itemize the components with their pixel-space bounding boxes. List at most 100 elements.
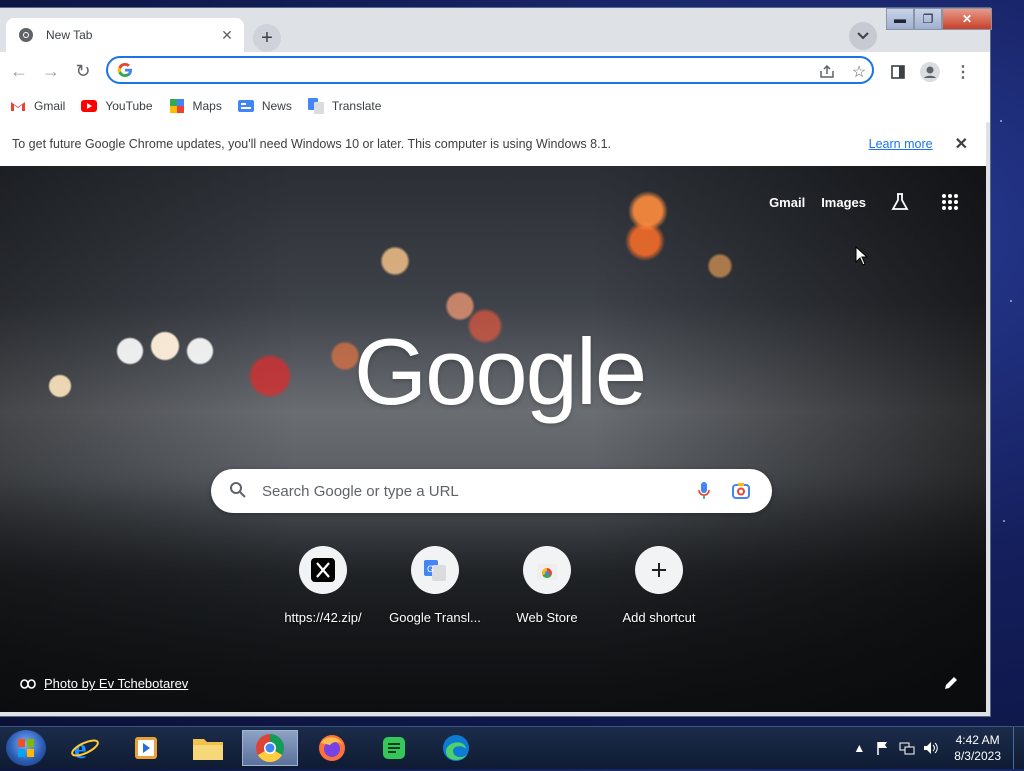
- shortcut-add[interactable]: Add shortcut: [607, 546, 711, 625]
- customize-pencil-icon[interactable]: [944, 676, 962, 694]
- desktop-star: [1000, 120, 1002, 122]
- desktop-star: [1003, 520, 1005, 522]
- bookmark-translate[interactable]: Translate: [307, 98, 382, 114]
- firefox-icon: [319, 735, 345, 761]
- bookmark-label: Maps: [192, 99, 222, 113]
- maps-icon: [169, 99, 185, 113]
- tab-close-icon[interactable]: ✕: [218, 26, 236, 44]
- shortcut-label: https://42.zip/: [284, 610, 362, 625]
- clock-time: 4:42 AM: [955, 733, 1000, 747]
- search-icon: [230, 482, 246, 498]
- bookmark-label: YouTube: [105, 99, 153, 113]
- plus-icon: [635, 546, 683, 594]
- show-hidden-icons-icon[interactable]: ▲: [850, 739, 868, 757]
- omnibox[interactable]: ☆: [106, 56, 874, 84]
- reload-button[interactable]: ↻: [73, 61, 93, 81]
- shortcut-google-translate[interactable]: G Google Transl...: [383, 546, 487, 625]
- new-tab-button[interactable]: +: [253, 24, 281, 52]
- bookmark-news[interactable]: News: [237, 99, 292, 113]
- news-icon: [237, 99, 254, 113]
- menu-kebab-icon[interactable]: ⋮: [952, 61, 974, 83]
- mouse-cursor-icon: [855, 246, 869, 266]
- shortcut-label: Add shortcut: [622, 610, 696, 625]
- windows-logo-icon: [18, 739, 34, 757]
- tab-search-button[interactable]: [849, 22, 877, 50]
- share-icon[interactable]: [818, 63, 836, 81]
- bookmark-maps[interactable]: Maps: [169, 99, 222, 113]
- apps-grid-icon[interactable]: [934, 186, 966, 218]
- shortcut-label: Google Transl...: [389, 610, 481, 625]
- update-infobar: To get future Google Chrome updates, you…: [0, 122, 986, 167]
- x-icon: [299, 546, 347, 594]
- desktop-star: [1010, 300, 1012, 302]
- tab-title: New Tab: [46, 28, 93, 42]
- action-center-flag-icon[interactable]: [874, 739, 892, 757]
- minimize-button[interactable]: ▬: [886, 8, 914, 30]
- ntp-top-links: Gmail Images: [753, 186, 966, 218]
- clock[interactable]: 4:42 AM 8/3/2023: [954, 732, 1001, 764]
- google-g-icon: [117, 63, 132, 77]
- bookmark-label: Translate: [331, 99, 382, 113]
- toolbar: ← → ↻ ☆ ⋮: [0, 52, 990, 90]
- chrome-window: New Tab ✕ + ▬ ❐ ✕ ← → ↻ ☆ ⋮ Gmail YouTub…: [0, 8, 992, 716]
- photo-credit-link[interactable]: Photo by Ev Tchebotarev: [20, 676, 188, 691]
- gmail-link[interactable]: Gmail: [769, 195, 805, 210]
- bookmark-youtube[interactable]: YouTube: [81, 99, 153, 113]
- network-icon[interactable]: [898, 739, 916, 757]
- bookmark-label: News: [261, 99, 292, 113]
- microphone-icon[interactable]: [697, 481, 711, 501]
- internet-explorer-icon: e: [71, 734, 99, 763]
- window-controls: ▬ ❐ ✕: [886, 8, 992, 30]
- omnibox-input[interactable]: [142, 60, 806, 82]
- google-translate-icon: G: [411, 546, 459, 594]
- chrome-favicon-icon: [19, 28, 33, 42]
- taskbar-google-sheets[interactable]: [366, 730, 422, 766]
- ntp-search-box[interactable]: Search Google or type a URL: [211, 469, 772, 513]
- taskbar: e ▲ 4:42 AM 8/3/2023: [0, 726, 1024, 769]
- taskbar-firefox[interactable]: [304, 730, 360, 766]
- taskbar-media-player[interactable]: [118, 730, 174, 766]
- new-tab-page: Gmail Images Google Search Google or typ…: [0, 166, 986, 712]
- sheets-icon: [383, 737, 405, 759]
- youtube-icon: [81, 99, 98, 113]
- gmail-icon: [10, 99, 26, 113]
- labs-flask-icon[interactable]: [884, 186, 916, 218]
- shortcut-label: Web Store: [516, 610, 578, 625]
- photo-credit-text: Photo by Ev Tchebotarev: [44, 676, 189, 691]
- edge-icon: [443, 735, 469, 761]
- bookmarks-bar: Gmail YouTube Maps News Translate: [0, 90, 990, 123]
- taskbar-file-explorer[interactable]: [180, 730, 236, 766]
- side-panel-icon[interactable]: [887, 61, 909, 83]
- tab-new-tab[interactable]: New Tab ✕: [6, 18, 244, 52]
- forward-button[interactable]: →: [41, 61, 61, 81]
- folder-icon: [193, 739, 223, 760]
- show-desktop-button[interactable]: [1013, 727, 1024, 769]
- maximize-button[interactable]: ❐: [914, 8, 942, 30]
- close-window-button[interactable]: ✕: [942, 8, 992, 30]
- tab-strip: New Tab ✕ + ▬ ❐ ✕: [0, 8, 992, 52]
- taskbar-google-chrome[interactable]: [242, 730, 298, 766]
- chevron-down-icon: [857, 32, 869, 40]
- infobar-close-icon[interactable]: ✕: [955, 134, 968, 154]
- start-button[interactable]: [6, 730, 46, 766]
- images-link[interactable]: Images: [821, 195, 866, 210]
- bookmark-star-icon[interactable]: ☆: [850, 63, 868, 81]
- taskbar-internet-explorer[interactable]: e: [57, 730, 113, 766]
- back-button[interactable]: ←: [9, 61, 29, 81]
- svg-text:G: G: [427, 564, 434, 574]
- google-lens-icon[interactable]: [731, 481, 751, 501]
- taskbar-microsoft-edge[interactable]: [428, 730, 484, 766]
- learn-more-link[interactable]: Learn more: [869, 137, 933, 151]
- bookmark-gmail[interactable]: Gmail: [10, 99, 65, 113]
- profile-avatar-icon[interactable]: [919, 61, 941, 83]
- infobar-message: To get future Google Chrome updates, you…: [12, 137, 611, 151]
- shortcut-42zip[interactable]: https://42.zip/: [271, 546, 375, 625]
- link-icon: [20, 678, 36, 689]
- google-logo: Google: [354, 319, 647, 424]
- media-player-icon: [135, 737, 157, 759]
- clock-date: 8/3/2023: [954, 749, 1001, 763]
- volume-icon[interactable]: [922, 739, 940, 757]
- shortcut-web-store[interactable]: Web Store: [495, 546, 599, 625]
- chrome-icon: [256, 734, 284, 762]
- chrome-web-store-icon: [523, 546, 571, 594]
